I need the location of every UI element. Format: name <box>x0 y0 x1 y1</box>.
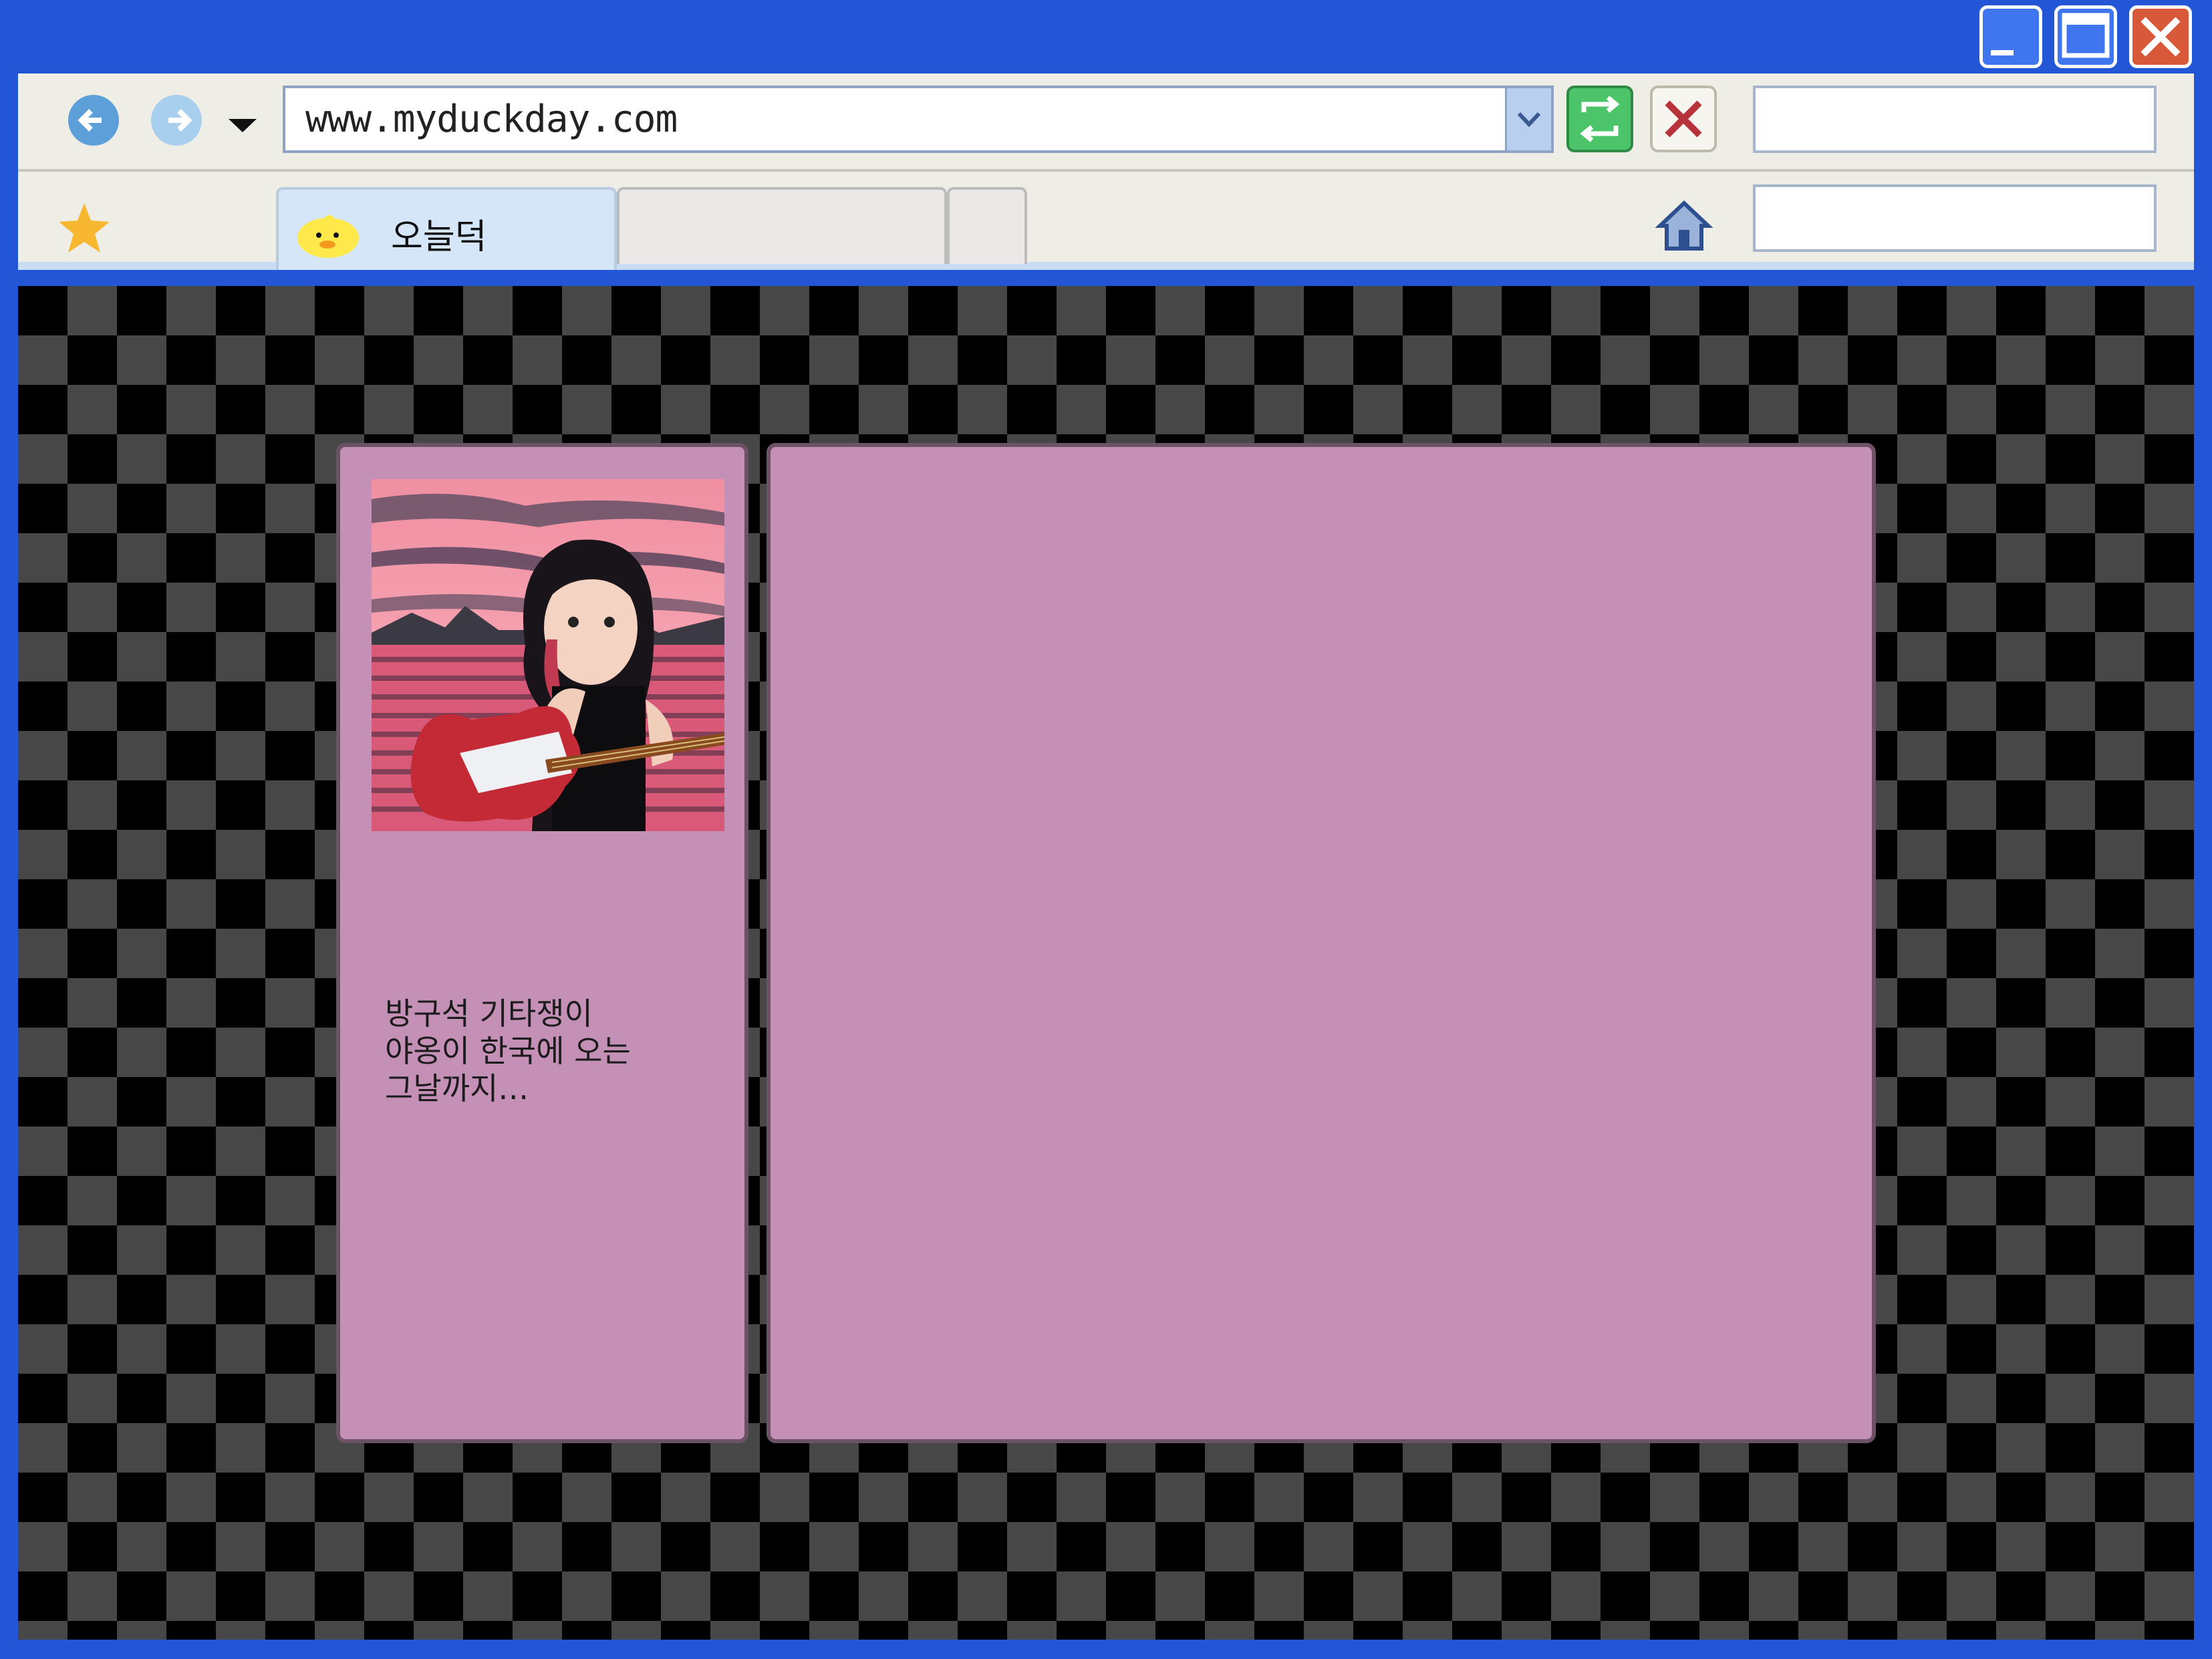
stop-button[interactable] <box>1650 86 1717 152</box>
refresh-button[interactable] <box>1566 86 1633 152</box>
new-tab-button[interactable] <box>947 187 1027 264</box>
profile-description: 방구석 기타쟁이 야옹이 한국에 오는 그날까지… <box>385 996 631 1106</box>
home-icon <box>1655 200 1713 251</box>
back-arrow-icon <box>68 95 119 146</box>
tab-active[interactable]: 오늘덕 <box>276 187 617 270</box>
stop-icon <box>1665 100 1702 138</box>
maximize-icon <box>2062 13 2110 58</box>
history-dropdown-button[interactable] <box>225 112 261 136</box>
home-button[interactable] <box>1655 196 1713 255</box>
maximize-button[interactable] <box>2054 5 2117 68</box>
forward-button[interactable] <box>148 92 207 148</box>
url-text: www.myduckday.com <box>305 98 678 141</box>
back-button[interactable] <box>65 92 124 148</box>
close-icon <box>2140 17 2181 57</box>
search-input[interactable] <box>1753 86 2157 153</box>
tab-search-input[interactable] <box>1753 184 2157 252</box>
minimize-icon <box>1991 50 2014 55</box>
main-panel <box>767 443 1876 1443</box>
tab-empty[interactable] <box>617 187 947 264</box>
close-window-button[interactable] <box>2129 5 2192 68</box>
refresh-icon <box>1580 96 1620 142</box>
forward-arrow-icon <box>151 95 202 146</box>
history-dropdown-icon <box>229 119 257 132</box>
favorites-button[interactable] <box>56 200 112 257</box>
minimize-button[interactable] <box>1979 5 2042 68</box>
address-bar[interactable]: www.myduckday.com <box>283 86 1554 153</box>
tab-label: 오늘덕 <box>391 217 487 257</box>
profile-artwork <box>372 479 724 831</box>
profile-panel: 방구석 기타쟁이 야옹이 한국에 오는 그날까지… <box>336 443 748 1443</box>
star-icon <box>59 203 110 253</box>
url-dropdown-button[interactable] <box>1505 88 1551 150</box>
chevron-down-icon <box>1517 112 1541 128</box>
duck-icon <box>297 215 359 258</box>
